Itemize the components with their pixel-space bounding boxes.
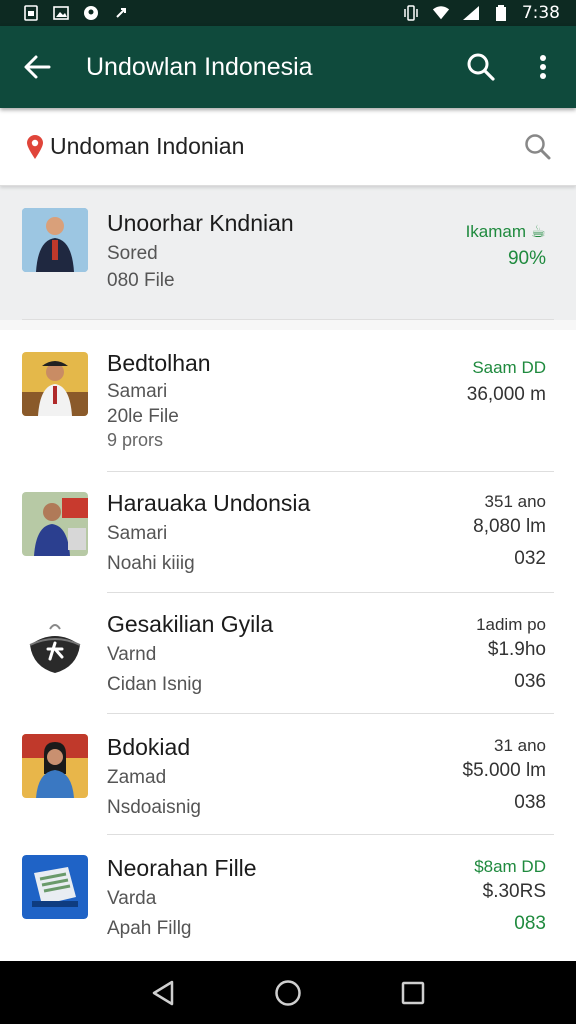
sync-icon xyxy=(112,5,130,21)
item-extra: 9 prors xyxy=(107,430,164,450)
list-item[interactable]: Harauaka Undonsia Samari Noahi kiiig 351… xyxy=(0,472,576,593)
nav-home-button[interactable] xyxy=(258,961,318,1024)
list-item[interactable]: Bdokiad Zamad Nsdoaisnig 31 ano $5.000 l… xyxy=(0,714,576,835)
item-right-value: 8,080 lm xyxy=(473,516,546,537)
item-right-value: $5.000 lm xyxy=(462,760,546,781)
item-subtitle: Zamad xyxy=(107,767,167,788)
avatar-image xyxy=(22,208,88,272)
more-options-button[interactable] xyxy=(510,26,576,108)
item-right-label: Ikamam ☕ xyxy=(465,222,546,241)
item-right-value: $1.9ho xyxy=(487,639,546,660)
square-recents-icon xyxy=(402,981,425,1004)
item-right-label: 1adim po xyxy=(476,615,546,634)
item-right-code: 036 xyxy=(514,671,546,692)
list-item[interactable]: Unoorhar Kndnian Sored 080 File Ikamam ☕… xyxy=(0,186,576,330)
item-right-code: 032 xyxy=(514,548,546,569)
item-subtitle: Varda xyxy=(107,888,157,909)
triangle-back-icon xyxy=(152,980,173,1005)
app-bar: Undowlan Indonesia xyxy=(0,26,576,108)
item-right-value: $.30RS xyxy=(482,881,546,902)
search-submit-button[interactable] xyxy=(500,108,576,186)
app-logo xyxy=(22,615,88,679)
item-title: Unoorhar Kndnian xyxy=(107,210,294,236)
item-title: Gesakilian Gyila xyxy=(107,611,274,637)
item-detail: 20le File xyxy=(107,406,179,427)
item-right-label: Saam DD xyxy=(472,358,546,377)
location-icon xyxy=(82,5,100,21)
item-right-code: 083 xyxy=(514,913,546,934)
circle-home-icon xyxy=(275,979,301,1006)
signal-icon xyxy=(462,5,480,21)
status-left xyxy=(22,5,130,21)
results-list: Unoorhar Kndnian Sored 080 File Ikamam ☕… xyxy=(0,186,576,956)
item-detail: 080 File xyxy=(107,270,175,291)
list-item[interactable]: Bedtolhan Samari 20le File 9 prors Saam … xyxy=(0,330,576,472)
item-subtitle: Sored xyxy=(107,243,158,264)
battery-icon xyxy=(492,5,510,21)
search-button[interactable] xyxy=(452,26,510,108)
avatar-image xyxy=(22,492,88,556)
item-detail: Nsdoaisnig xyxy=(107,797,201,818)
avatar-image xyxy=(22,352,88,416)
app-logo xyxy=(22,855,88,919)
item-right-label: 31 ano xyxy=(494,736,546,755)
avatar-image xyxy=(22,734,88,798)
app-title: Undowlan Indonesia xyxy=(86,52,313,81)
item-title: Bdokiad xyxy=(107,734,191,760)
search-icon xyxy=(467,53,495,81)
item-subtitle: Varnd xyxy=(107,644,157,665)
system-nav-bar xyxy=(0,961,576,1024)
gallery-icon xyxy=(52,5,70,21)
nav-back-button[interactable] xyxy=(133,961,193,1024)
item-subtitle: Samari xyxy=(107,381,168,402)
item-right-code: 038 xyxy=(514,792,546,813)
sim-icon xyxy=(22,5,40,21)
search-input[interactable]: Undoman Indonian xyxy=(50,133,500,160)
vibrate-icon xyxy=(402,5,420,21)
item-detail: Noahi kiiig xyxy=(107,553,195,574)
status-time: 7:38 xyxy=(521,3,560,23)
status-bar: 7:38 xyxy=(0,0,576,26)
item-right-value: 36,000 m xyxy=(466,384,546,405)
status-right: 7:38 xyxy=(402,3,560,23)
item-title: Neorahan Fille xyxy=(107,855,257,881)
item-detail: Apah Fillg xyxy=(107,918,192,939)
item-title: Harauaka Undonsia xyxy=(107,490,311,516)
list-item[interactable]: Gesakilian Gyila Varnd Cidan Isnig 1adim… xyxy=(0,593,576,714)
map-pin-icon xyxy=(27,134,43,159)
nav-recents-button[interactable] xyxy=(383,961,443,1024)
list-item[interactable]: Neorahan Fille Varda Apah Fillg $8am DD … xyxy=(0,835,576,956)
item-title: Bedtolhan xyxy=(107,350,211,376)
arrow-left-icon xyxy=(24,55,51,79)
pin-container xyxy=(0,134,50,160)
wifi-icon xyxy=(432,5,450,21)
search-icon xyxy=(525,133,551,159)
more-vert-icon xyxy=(540,55,546,79)
item-subtitle: Samari xyxy=(107,523,168,544)
item-right-label: 351 ano xyxy=(484,492,546,511)
divider xyxy=(22,319,554,320)
item-right-value: 90% xyxy=(507,248,546,269)
search-row[interactable]: Undoman Indonian xyxy=(0,108,576,186)
back-button[interactable] xyxy=(0,26,74,108)
item-detail: Cidan Isnig xyxy=(107,674,203,695)
item-right-label: $8am DD xyxy=(474,857,546,876)
